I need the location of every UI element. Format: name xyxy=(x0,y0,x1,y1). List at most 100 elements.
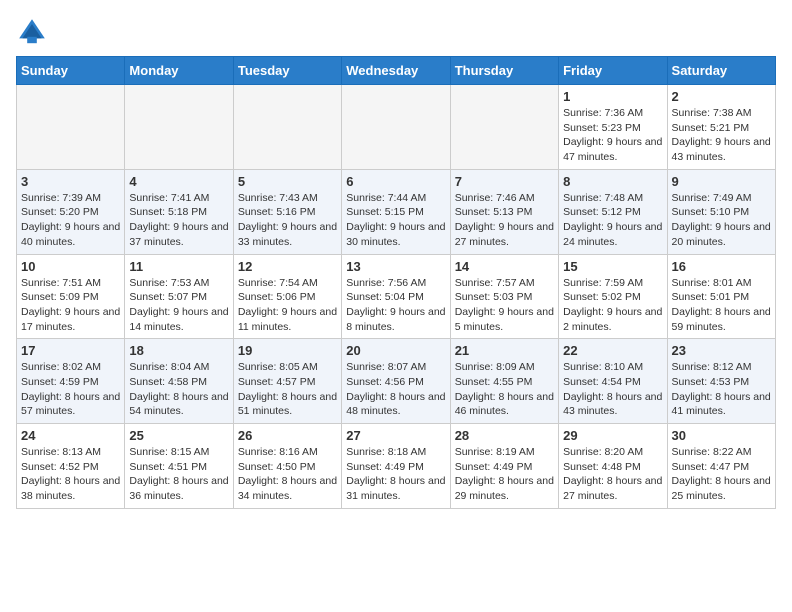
day-number: 27 xyxy=(346,428,445,443)
calendar-cell: 6 Sunrise: 7:44 AMSunset: 5:15 PMDaylight… xyxy=(342,169,450,254)
day-number: 26 xyxy=(238,428,337,443)
day-number: 13 xyxy=(346,259,445,274)
weekday-header-wednesday: Wednesday xyxy=(342,57,450,85)
weekday-header-monday: Monday xyxy=(125,57,233,85)
day-number: 4 xyxy=(129,174,228,189)
day-info: Sunrise: 8:09 AMSunset: 4:55 PMDaylight:… xyxy=(455,360,554,419)
calendar-cell xyxy=(233,85,341,170)
day-info: Sunrise: 8:13 AMSunset: 4:52 PMDaylight:… xyxy=(21,445,120,504)
calendar-cell: 11 Sunrise: 7:53 AMSunset: 5:07 PMDayligh… xyxy=(125,254,233,339)
calendar-cell: 23 Sunrise: 8:12 AMSunset: 4:53 PMDayligh… xyxy=(667,339,775,424)
day-number: 3 xyxy=(21,174,120,189)
calendar-cell: 20 Sunrise: 8:07 AMSunset: 4:56 PMDayligh… xyxy=(342,339,450,424)
day-info: Sunrise: 7:48 AMSunset: 5:12 PMDaylight:… xyxy=(563,191,662,250)
day-info: Sunrise: 7:57 AMSunset: 5:03 PMDaylight:… xyxy=(455,276,554,335)
day-number: 21 xyxy=(455,343,554,358)
day-info: Sunrise: 7:41 AMSunset: 5:18 PMDaylight:… xyxy=(129,191,228,250)
day-number: 15 xyxy=(563,259,662,274)
day-info: Sunrise: 7:43 AMSunset: 5:16 PMDaylight:… xyxy=(238,191,337,250)
day-info: Sunrise: 7:36 AMSunset: 5:23 PMDaylight:… xyxy=(563,106,662,165)
day-info: Sunrise: 8:01 AMSunset: 5:01 PMDaylight:… xyxy=(672,276,771,335)
calendar-header-row: SundayMondayTuesdayWednesdayThursdayFrid… xyxy=(17,57,776,85)
calendar-cell xyxy=(17,85,125,170)
day-number: 11 xyxy=(129,259,228,274)
day-number: 23 xyxy=(672,343,771,358)
weekday-header-sunday: Sunday xyxy=(17,57,125,85)
calendar-cell: 4 Sunrise: 7:41 AMSunset: 5:18 PMDaylight… xyxy=(125,169,233,254)
day-number: 1 xyxy=(563,89,662,104)
calendar-cell xyxy=(450,85,558,170)
calendar-cell: 18 Sunrise: 8:04 AMSunset: 4:58 PMDayligh… xyxy=(125,339,233,424)
day-info: Sunrise: 7:39 AMSunset: 5:20 PMDaylight:… xyxy=(21,191,120,250)
day-number: 16 xyxy=(672,259,771,274)
calendar-cell: 19 Sunrise: 8:05 AMSunset: 4:57 PMDayligh… xyxy=(233,339,341,424)
day-number: 8 xyxy=(563,174,662,189)
day-info: Sunrise: 7:53 AMSunset: 5:07 PMDaylight:… xyxy=(129,276,228,335)
calendar-week-row: 1 Sunrise: 7:36 AMSunset: 5:23 PMDaylight… xyxy=(17,85,776,170)
calendar-cell: 24 Sunrise: 8:13 AMSunset: 4:52 PMDayligh… xyxy=(17,424,125,509)
logo-icon xyxy=(16,16,48,48)
calendar-week-row: 24 Sunrise: 8:13 AMSunset: 4:52 PMDayligh… xyxy=(17,424,776,509)
day-info: Sunrise: 8:19 AMSunset: 4:49 PMDaylight:… xyxy=(455,445,554,504)
day-info: Sunrise: 8:10 AMSunset: 4:54 PMDaylight:… xyxy=(563,360,662,419)
day-number: 18 xyxy=(129,343,228,358)
day-info: Sunrise: 8:16 AMSunset: 4:50 PMDaylight:… xyxy=(238,445,337,504)
day-info: Sunrise: 7:44 AMSunset: 5:15 PMDaylight:… xyxy=(346,191,445,250)
calendar-cell: 22 Sunrise: 8:10 AMSunset: 4:54 PMDayligh… xyxy=(559,339,667,424)
day-number: 29 xyxy=(563,428,662,443)
calendar-cell: 27Sunrise: 8:18 AMSunset: 4:49 PMDayligh… xyxy=(342,424,450,509)
day-info: Sunrise: 7:56 AMSunset: 5:04 PMDaylight:… xyxy=(346,276,445,335)
calendar-cell: 13 Sunrise: 7:56 AMSunset: 5:04 PMDayligh… xyxy=(342,254,450,339)
day-info: Sunrise: 8:05 AMSunset: 4:57 PMDaylight:… xyxy=(238,360,337,419)
calendar-cell: 14 Sunrise: 7:57 AMSunset: 5:03 PMDayligh… xyxy=(450,254,558,339)
day-info: Sunrise: 8:20 AMSunset: 4:48 PMDaylight:… xyxy=(563,445,662,504)
calendar-cell xyxy=(125,85,233,170)
calendar-cell: 25Sunrise: 8:15 AMSunset: 4:51 PMDayligh… xyxy=(125,424,233,509)
calendar-cell: 3 Sunrise: 7:39 AMSunset: 5:20 PMDaylight… xyxy=(17,169,125,254)
day-number: 10 xyxy=(21,259,120,274)
day-number: 30 xyxy=(672,428,771,443)
calendar-cell: 17Sunrise: 8:02 AMSunset: 4:59 PMDayligh… xyxy=(17,339,125,424)
calendar-table: SundayMondayTuesdayWednesdayThursdayFrid… xyxy=(16,56,776,509)
day-number: 20 xyxy=(346,343,445,358)
calendar-cell: 1 Sunrise: 7:36 AMSunset: 5:23 PMDaylight… xyxy=(559,85,667,170)
day-number: 17 xyxy=(21,343,120,358)
day-info: Sunrise: 7:54 AMSunset: 5:06 PMDaylight:… xyxy=(238,276,337,335)
calendar-week-row: 10 Sunrise: 7:51 AMSunset: 5:09 PMDayligh… xyxy=(17,254,776,339)
calendar-cell: 2 Sunrise: 7:38 AMSunset: 5:21 PMDaylight… xyxy=(667,85,775,170)
page-header xyxy=(16,16,776,48)
day-info: Sunrise: 7:38 AMSunset: 5:21 PMDaylight:… xyxy=(672,106,771,165)
calendar-week-row: 3 Sunrise: 7:39 AMSunset: 5:20 PMDaylight… xyxy=(17,169,776,254)
calendar-cell: 30 Sunrise: 8:22 AMSunset: 4:47 PMDayligh… xyxy=(667,424,775,509)
weekday-header-saturday: Saturday xyxy=(667,57,775,85)
day-number: 5 xyxy=(238,174,337,189)
calendar-cell: 21 Sunrise: 8:09 AMSunset: 4:55 PMDayligh… xyxy=(450,339,558,424)
day-info: Sunrise: 7:59 AMSunset: 5:02 PMDaylight:… xyxy=(563,276,662,335)
day-number: 22 xyxy=(563,343,662,358)
day-info: Sunrise: 7:51 AMSunset: 5:09 PMDaylight:… xyxy=(21,276,120,335)
day-number: 9 xyxy=(672,174,771,189)
logo xyxy=(16,16,52,48)
day-number: 28 xyxy=(455,428,554,443)
day-number: 25 xyxy=(129,428,228,443)
day-number: 2 xyxy=(672,89,771,104)
calendar-cell: 29 Sunrise: 8:20 AMSunset: 4:48 PMDayligh… xyxy=(559,424,667,509)
weekday-header-tuesday: Tuesday xyxy=(233,57,341,85)
calendar-week-row: 17Sunrise: 8:02 AMSunset: 4:59 PMDayligh… xyxy=(17,339,776,424)
day-number: 14 xyxy=(455,259,554,274)
day-info: Sunrise: 8:22 AMSunset: 4:47 PMDaylight:… xyxy=(672,445,771,504)
day-info: Sunrise: 8:07 AMSunset: 4:56 PMDaylight:… xyxy=(346,360,445,419)
calendar-cell xyxy=(342,85,450,170)
calendar-cell: 16 Sunrise: 8:01 AMSunset: 5:01 PMDayligh… xyxy=(667,254,775,339)
calendar-cell: 15 Sunrise: 7:59 AMSunset: 5:02 PMDayligh… xyxy=(559,254,667,339)
weekday-header-thursday: Thursday xyxy=(450,57,558,85)
day-number: 7 xyxy=(455,174,554,189)
day-number: 19 xyxy=(238,343,337,358)
day-number: 24 xyxy=(21,428,120,443)
calendar-cell: 26 Sunrise: 8:16 AMSunset: 4:50 PMDayligh… xyxy=(233,424,341,509)
day-info: Sunrise: 8:12 AMSunset: 4:53 PMDaylight:… xyxy=(672,360,771,419)
calendar-cell: 7Sunrise: 7:46 AMSunset: 5:13 PMDaylight… xyxy=(450,169,558,254)
day-info: Sunrise: 8:04 AMSunset: 4:58 PMDaylight:… xyxy=(129,360,228,419)
day-number: 6 xyxy=(346,174,445,189)
weekday-header-friday: Friday xyxy=(559,57,667,85)
